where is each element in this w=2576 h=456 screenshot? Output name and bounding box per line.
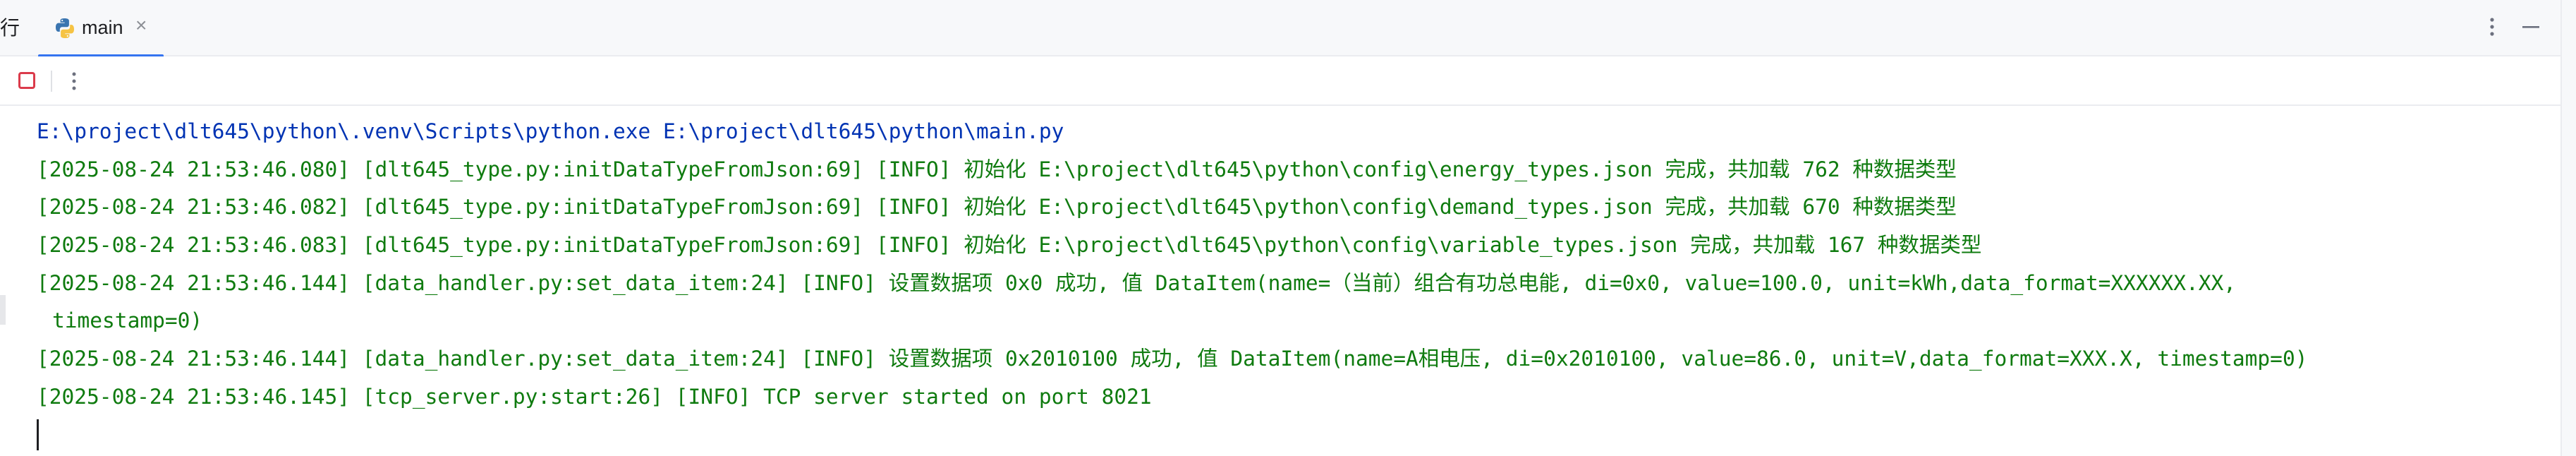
console-command-line: E:\project\dlt645\python\.venv\Scripts\p…: [37, 119, 1064, 143]
text-cursor: [37, 419, 39, 450]
console-toolbar: [0, 56, 2560, 106]
console-log-line: [2025-08-24 21:53:46.080] [dlt645_type.p…: [37, 157, 1957, 181]
console-output[interactable]: E:\project\dlt645\python\.venv\Scripts\p…: [37, 113, 2548, 456]
more-vertical-icon[interactable]: [2481, 13, 2503, 41]
tab-main[interactable]: main ×: [38, 0, 164, 58]
tool-window-header: 行 main ×: [0, 0, 2576, 58]
vertical-scrollbar[interactable]: [2560, 0, 2576, 456]
toolbar-divider: [51, 71, 52, 92]
minimize-icon[interactable]: [2517, 13, 2545, 41]
stop-icon[interactable]: [18, 72, 35, 89]
run-window-title: 行: [0, 16, 20, 40]
gutter-marker: [0, 295, 6, 325]
python-icon: [54, 17, 76, 40]
close-icon[interactable]: ×: [135, 14, 147, 37]
more-vertical-icon[interactable]: [65, 68, 83, 95]
console-log-line: [2025-08-24 21:53:46.144] [data_handler.…: [37, 347, 2308, 371]
console-log-line: [2025-08-24 21:53:46.144] [data_handler.…: [37, 270, 2237, 295]
console-log-line-continuation: timestamp=0): [52, 308, 203, 333]
tab-main-label: main: [82, 17, 123, 38]
console-gutter: [0, 106, 8, 456]
console-log-line: [2025-08-24 21:53:46.145] [tcp_server.py…: [37, 384, 1152, 409]
console-log-line: [2025-08-24 21:53:46.083] [dlt645_type.p…: [37, 233, 1982, 258]
console-log-line: [2025-08-24 21:53:46.082] [dlt645_type.p…: [37, 195, 1957, 220]
